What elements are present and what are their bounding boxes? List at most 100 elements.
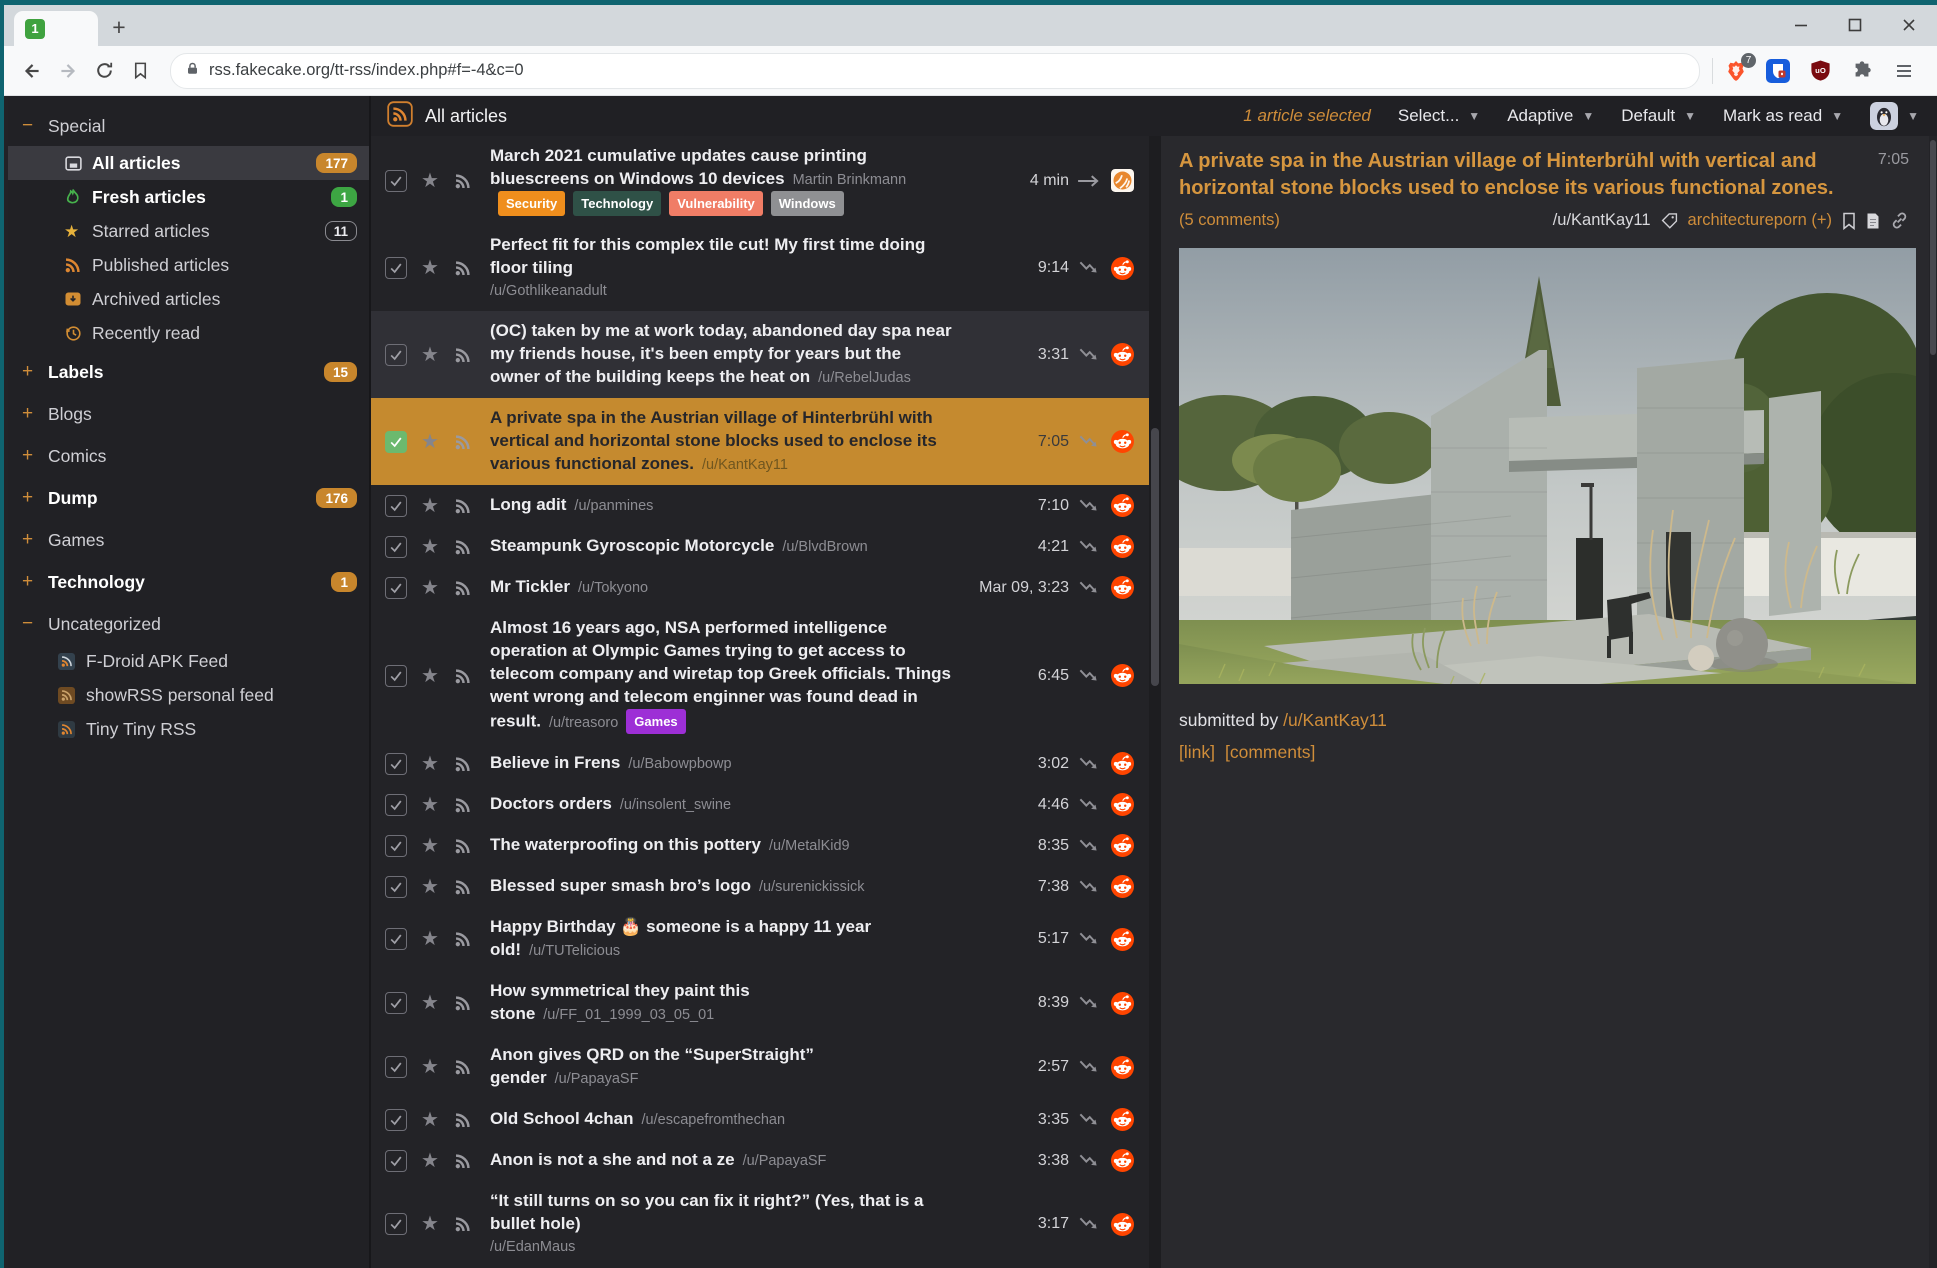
extensions-puzzle-icon[interactable] (1849, 58, 1875, 84)
sidebar-category-dump[interactable]: +Dump176 (8, 478, 369, 518)
reload-button[interactable] (86, 53, 122, 89)
maximize-button[interactable] (1845, 15, 1865, 35)
expand-icon[interactable]: + (22, 403, 48, 425)
sidebar-item-recently-read[interactable]: Recently read (8, 316, 369, 350)
article-checkbox[interactable] (385, 753, 407, 775)
sidebar-item-showrss-personal-feed[interactable]: showRSS personal feed (8, 678, 369, 712)
star-icon[interactable]: ★ (421, 171, 439, 191)
article-checkbox[interactable] (385, 992, 407, 1014)
expand-icon[interactable]: + (22, 487, 48, 509)
sidebar-category-labels[interactable]: +Labels15 (8, 352, 369, 392)
comments-link[interactable]: [comments] (1225, 742, 1315, 763)
bookmark-button[interactable] (122, 53, 158, 89)
minimize-button[interactable] (1791, 15, 1811, 35)
star-icon[interactable]: ★ (421, 929, 439, 949)
sidebar-category-blogs[interactable]: +Blogs (8, 394, 369, 434)
sidebar-item-all-articles[interactable]: All articles177 (8, 146, 369, 180)
submitted-user-link[interactable]: /u/KantKay11 (1283, 710, 1387, 730)
star-icon[interactable]: ★ (421, 1057, 439, 1077)
reader-tags-link[interactable]: architectureporn (+) (1688, 211, 1832, 230)
article-checkbox[interactable] (385, 170, 407, 192)
sidebar-item-starred-articles[interactable]: ★Starred articles11 (8, 214, 369, 248)
article-title[interactable]: Anon is not a she and not a ze (490, 1150, 735, 1169)
reader-author-link[interactable]: /u/KantKay11 (1553, 211, 1651, 230)
star-icon[interactable]: ★ (421, 432, 439, 452)
article-title[interactable]: “It still turns on so you can fix it rig… (490, 1191, 924, 1233)
sidebar-category-technology[interactable]: +Technology1 (8, 562, 369, 602)
new-tab-button[interactable]: + (104, 12, 134, 42)
publish-bookmark-icon[interactable] (1842, 212, 1856, 230)
edit-note-icon[interactable] (1866, 212, 1880, 230)
article-title[interactable]: Anon gives QRD on the “SuperStraight” ge… (490, 1045, 814, 1087)
article-row[interactable]: ★How symmetrical they paint this stone/u… (371, 971, 1149, 1035)
sidebar-item-archived-articles[interactable]: Archived articles (8, 282, 369, 316)
article-link-icon[interactable] (1890, 211, 1909, 230)
article-row[interactable]: ★Happy Birthday 🎂 someone is a happy 11 … (371, 907, 1149, 971)
star-icon[interactable]: ★ (421, 754, 439, 774)
sidebar-item-published-articles[interactable]: Published articles (8, 248, 369, 282)
article-row[interactable]: ★Blessed super smash bro’s logo/u/sureni… (371, 866, 1149, 907)
star-icon[interactable]: ★ (421, 836, 439, 856)
article-checkbox[interactable] (385, 1109, 407, 1131)
article-checkbox[interactable] (385, 431, 407, 453)
headlines-scrollbar[interactable] (1149, 136, 1161, 1268)
collapse-icon[interactable]: − (22, 115, 48, 137)
article-row[interactable]: ★March 2021 cumulative updates cause pri… (371, 136, 1149, 225)
collapse-icon[interactable]: − (22, 613, 48, 635)
article-checkbox[interactable] (385, 344, 407, 366)
article-checkbox[interactable] (385, 495, 407, 517)
mark-as-read-button[interactable]: Mark as read▼ (1723, 106, 1843, 126)
reader-comments-count[interactable]: (5 comments) (1179, 211, 1280, 230)
article-title[interactable]: Blessed super smash bro’s logo (490, 876, 751, 895)
article-row[interactable]: ★Mr Tickler/u/TokyonoMar 09, 3:23 (371, 567, 1149, 608)
article-checkbox[interactable] (385, 536, 407, 558)
star-icon[interactable]: ★ (421, 578, 439, 598)
reader-article-title[interactable]: A private spa in the Austrian village of… (1179, 148, 1878, 202)
expand-icon[interactable]: + (22, 529, 48, 551)
article-checkbox[interactable] (385, 665, 407, 687)
article-tag-vulnerability[interactable]: Vulnerability (669, 191, 763, 216)
article-tag-windows[interactable]: Windows (771, 191, 844, 216)
article-row[interactable]: ★ “It still turns on so you can fix it ri… (371, 1181, 1149, 1267)
article-checkbox[interactable] (385, 928, 407, 950)
article-title[interactable]: Almost 16 years ago, NSA performed intel… (490, 618, 951, 731)
ublock-icon[interactable]: uO (1807, 58, 1833, 84)
star-icon[interactable]: ★ (421, 1214, 439, 1234)
article-title[interactable]: Perfect fit for this complex tile cut! M… (490, 235, 925, 277)
star-icon[interactable]: ★ (421, 1110, 439, 1130)
star-icon[interactable]: ★ (421, 877, 439, 897)
article-title[interactable]: Doctors orders (490, 794, 612, 813)
close-button[interactable] (1899, 15, 1919, 35)
article-checkbox[interactable] (385, 835, 407, 857)
article-tag-technology[interactable]: Technology (573, 191, 661, 216)
article-checkbox[interactable] (385, 1150, 407, 1172)
sort-order-dropdown[interactable]: Default▼ (1621, 106, 1696, 126)
star-icon[interactable]: ★ (421, 666, 439, 686)
star-icon[interactable]: ★ (421, 1151, 439, 1171)
article-checkbox[interactable] (385, 257, 407, 279)
sidebar-category-games[interactable]: +Games (8, 520, 369, 560)
article-checkbox[interactable] (385, 1213, 407, 1235)
article-row[interactable]: ★ Anon gives QRD on the “SuperStraight” g… (371, 1035, 1149, 1099)
article-checkbox[interactable] (385, 577, 407, 599)
article-title[interactable]: Mr Tickler (490, 577, 570, 596)
article-row[interactable]: ★Doctors orders/u/insolent_swine4:46 (371, 784, 1149, 825)
sidebar-category-uncategorized[interactable]: −Uncategorized (8, 604, 369, 644)
star-icon[interactable]: ★ (421, 795, 439, 815)
article-row[interactable]: ★(OC) taken by me at work today, abandon… (371, 311, 1149, 398)
sidebar-item-tiny-tiny-rss[interactable]: Tiny Tiny RSS (8, 712, 369, 746)
expand-icon[interactable]: + (22, 571, 48, 593)
article-title[interactable]: Old School 4chan (490, 1109, 634, 1128)
article-checkbox[interactable] (385, 876, 407, 898)
article-title[interactable]: Believe in Frens (490, 753, 620, 772)
brave-shield-icon[interactable]: 7 (1723, 58, 1749, 84)
article-row[interactable]: ★A private spa in the Austrian village o… (371, 398, 1149, 485)
article-row[interactable]: ★Anon is not a she and not a ze/u/Papaya… (371, 1140, 1149, 1181)
sidebar-category-special[interactable]: −Special (8, 106, 369, 146)
expand-icon[interactable]: + (22, 361, 48, 383)
article-row[interactable]: ★Believe in Frens/u/Babowpbowp3:02 (371, 743, 1149, 784)
article-row[interactable]: ★The waterproofing on this pottery/u/Met… (371, 825, 1149, 866)
url-bar[interactable]: rss.fakecake.org/tt-rss/index.php#f=-4&c… (170, 53, 1700, 89)
star-icon[interactable]: ★ (421, 993, 439, 1013)
expand-icon[interactable]: + (22, 445, 48, 467)
